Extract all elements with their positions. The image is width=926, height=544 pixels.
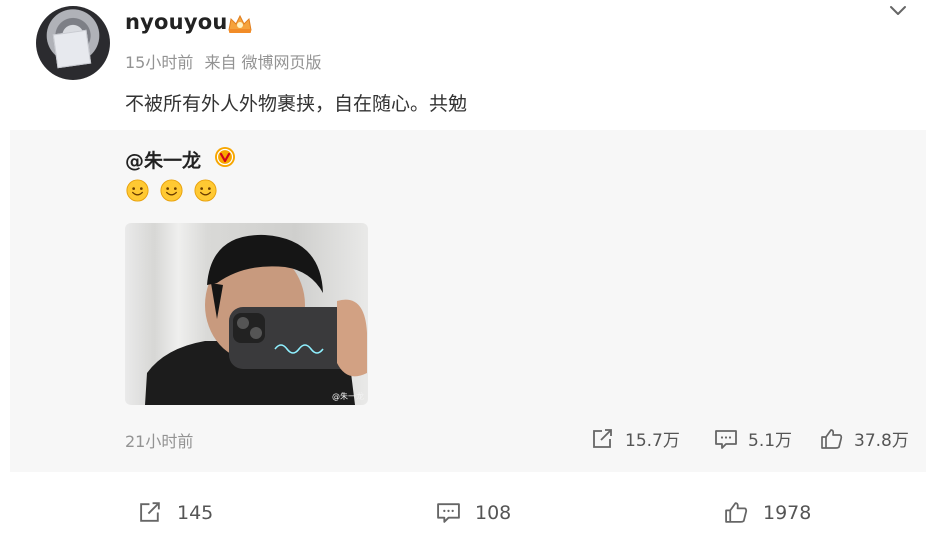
reposted-content[interactable]: @朱一龙 @朱一龙 21小时前 15.7万 5.1万 37.8万 xyxy=(10,130,926,472)
selfie-photo xyxy=(145,234,367,405)
image-watermark: @朱一龙 xyxy=(332,392,364,401)
smile-emoji-icon xyxy=(126,179,149,202)
smile-emoji-icon xyxy=(194,179,217,202)
repost-button[interactable]: 145 xyxy=(138,501,213,524)
share-icon xyxy=(593,428,612,448)
repost-time[interactable]: 21小时前 xyxy=(125,428,193,452)
repost-count: 145 xyxy=(177,501,214,524)
vip-crown-icon xyxy=(228,14,252,33)
emoji-row xyxy=(125,178,222,206)
smile-emoji-icon xyxy=(160,179,183,202)
username[interactable]: nyouyou xyxy=(125,10,227,34)
inner-like-count: 37.8万 xyxy=(854,431,909,451)
original-author[interactable]: @朱一龙 xyxy=(125,146,201,173)
post-text: 不被所有外人外物裹挟，自在随心。共勉 xyxy=(125,93,468,115)
comment-button[interactable]: 108 xyxy=(436,501,511,524)
inner-like-button[interactable]: 37.8万 xyxy=(820,426,909,451)
like-button[interactable]: 1978 xyxy=(724,501,811,524)
thumbs-up-icon xyxy=(725,502,748,523)
inner-comment-button[interactable]: 5.1万 xyxy=(714,426,792,451)
post-image[interactable]: @朱一龙 xyxy=(125,223,368,405)
inner-comment-count: 5.1万 xyxy=(748,431,793,451)
comment-icon xyxy=(715,429,737,449)
inner-repost-count: 15.7万 xyxy=(625,431,680,451)
weibo-post-card: nyouyou 15小时前 来自 微博网页版 不被所有外人外物裹挟，自在随心。共… xyxy=(0,0,926,544)
like-count: 1978 xyxy=(763,501,812,524)
chevron-down-icon[interactable] xyxy=(888,4,908,18)
avatar[interactable] xyxy=(36,6,110,80)
thumbs-up-icon xyxy=(821,428,843,449)
post-meta: 15小时前 来自 微博网页版 xyxy=(125,49,328,73)
comment-count: 108 xyxy=(475,501,512,524)
share-icon xyxy=(140,502,160,522)
post-source: 来自 微博网页版 xyxy=(204,53,322,72)
comment-icon xyxy=(437,503,460,523)
avatar-picture xyxy=(52,29,92,69)
post-time[interactable]: 15小时前 xyxy=(125,53,193,72)
inner-repost-button[interactable]: 15.7万 xyxy=(591,426,680,451)
verified-badge-icon xyxy=(215,147,235,167)
